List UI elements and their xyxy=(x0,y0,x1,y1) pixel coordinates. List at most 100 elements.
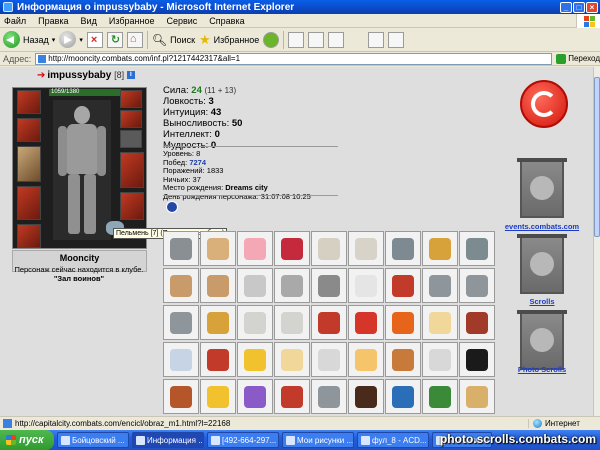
inventory-item[interactable] xyxy=(385,268,421,303)
scrolls-banner-icon[interactable] xyxy=(517,234,567,294)
helmet-slot[interactable] xyxy=(17,90,41,114)
start-button[interactable]: пуск xyxy=(0,430,54,450)
combats-logo-icon[interactable] xyxy=(520,80,568,128)
inventory-item[interactable] xyxy=(237,305,273,340)
inventory-item[interactable] xyxy=(385,305,421,340)
inventory-item[interactable] xyxy=(385,231,421,266)
inventory-item[interactable] xyxy=(200,342,236,377)
minimize-button[interactable]: _ xyxy=(560,1,572,13)
inventory-item[interactable] xyxy=(163,231,199,266)
inventory-item[interactable] xyxy=(163,305,199,340)
inventory-item[interactable] xyxy=(459,379,495,414)
search-button[interactable]: 🔍︎ Поиск xyxy=(152,33,195,47)
go-button[interactable]: Переход xyxy=(556,53,600,64)
maximize-button[interactable]: □ xyxy=(573,1,585,13)
menu-help[interactable]: Справка xyxy=(209,16,244,26)
inventory-item[interactable] xyxy=(385,342,421,377)
inventory-item[interactable] xyxy=(274,379,310,414)
menu-favorites[interactable]: Избранное xyxy=(109,16,155,26)
taskbar-item[interactable]: фул_8 - ACD... xyxy=(357,432,429,448)
inventory-item[interactable] xyxy=(385,379,421,414)
scrollbar-thumb[interactable] xyxy=(594,77,600,237)
events-banner-icon[interactable] xyxy=(517,158,567,218)
clan-badge-icon[interactable] xyxy=(166,201,178,213)
mail-icon[interactable] xyxy=(288,31,305,48)
ring-slot[interactable] xyxy=(120,130,142,148)
history-icon[interactable] xyxy=(263,31,280,48)
amulet-slot[interactable] xyxy=(17,118,41,142)
inventory-item[interactable] xyxy=(311,231,347,266)
inventory-item[interactable] xyxy=(237,268,273,303)
weapon-slot[interactable] xyxy=(17,146,41,182)
inventory-item[interactable] xyxy=(274,231,310,266)
menu-file[interactable]: Файл xyxy=(4,16,26,26)
print-icon[interactable] xyxy=(308,31,325,48)
photo-scrolls-banner-icon[interactable] xyxy=(517,310,567,370)
gloves-slot[interactable] xyxy=(120,110,142,128)
inventory-item[interactable] xyxy=(348,231,384,266)
menu-tools[interactable]: Сервис xyxy=(166,16,197,26)
inventory-item[interactable] xyxy=(311,342,347,377)
inventory-item[interactable] xyxy=(274,305,310,340)
inventory-item[interactable] xyxy=(311,268,347,303)
taskbar-item[interactable]: Бойцовский ... xyxy=(57,432,129,448)
inventory-item[interactable] xyxy=(422,268,458,303)
scrollbar[interactable] xyxy=(593,67,600,416)
info-icon[interactable]: i xyxy=(126,71,135,80)
address-input[interactable]: http://mooncity.combats.com/inf.pl?12174… xyxy=(35,52,553,65)
photo-scrolls-link[interactable]: Photo Scrolls xyxy=(502,365,582,374)
inventory-item[interactable] xyxy=(422,231,458,266)
menu-view[interactable]: Вид xyxy=(81,16,97,26)
shield-slot[interactable] xyxy=(120,152,144,188)
stop-icon[interactable]: × xyxy=(86,31,103,48)
home-icon[interactable]: ⌂ xyxy=(126,31,143,48)
refresh-icon[interactable]: ↻ xyxy=(106,31,123,48)
research-icon[interactable] xyxy=(368,31,385,48)
events-link[interactable]: events.combats.com xyxy=(502,222,582,231)
page-icon xyxy=(38,54,47,63)
close-button[interactable]: × xyxy=(586,1,598,13)
inventory-item[interactable] xyxy=(311,305,347,340)
inventory-item[interactable] xyxy=(200,379,236,414)
inventory-item[interactable] xyxy=(274,268,310,303)
inventory-item[interactable] xyxy=(459,268,495,303)
taskbar-item[interactable]: [492-664-297... xyxy=(207,432,279,448)
inventory-item[interactable] xyxy=(163,379,199,414)
inventory-item[interactable] xyxy=(348,268,384,303)
inventory-item[interactable] xyxy=(311,379,347,414)
boots-slot[interactable] xyxy=(120,192,144,220)
inventory-item[interactable] xyxy=(348,342,384,377)
belt-slot[interactable] xyxy=(17,224,41,248)
inventory-item[interactable] xyxy=(163,342,199,377)
back-button[interactable]: Назад ▾ xyxy=(3,31,55,48)
inventory-item[interactable] xyxy=(422,379,458,414)
inventory-item[interactable] xyxy=(348,379,384,414)
earring-slot[interactable] xyxy=(120,90,142,108)
inventory-item[interactable] xyxy=(459,305,495,340)
inventory-item[interactable] xyxy=(459,342,495,377)
inventory-item[interactable] xyxy=(422,305,458,340)
item-icon xyxy=(355,312,377,334)
inventory-item[interactable] xyxy=(237,342,273,377)
taskbar-item[interactable]: Информация ... xyxy=(132,432,204,448)
inventory-item[interactable] xyxy=(459,231,495,266)
scrolls-link[interactable]: Scrolls xyxy=(502,297,582,306)
inventory-item[interactable] xyxy=(274,342,310,377)
armor-slot[interactable] xyxy=(17,186,41,220)
taskbar-item[interactable]: Мои рисунки ... xyxy=(282,432,354,448)
inventory-item[interactable] xyxy=(348,305,384,340)
messenger-icon[interactable] xyxy=(388,31,405,48)
item-icon xyxy=(207,349,229,371)
item-icon xyxy=(318,275,340,297)
forward-button[interactable]: ▾ xyxy=(59,31,83,48)
inventory-item[interactable] xyxy=(237,231,273,266)
favorites-button[interactable]: ★ Избранное xyxy=(199,32,259,48)
inventory-item[interactable] xyxy=(237,379,273,414)
inventory-item[interactable] xyxy=(200,305,236,340)
inventory-item[interactable] xyxy=(163,268,199,303)
inventory-item[interactable] xyxy=(422,342,458,377)
inventory-item[interactable] xyxy=(200,268,236,303)
inventory-item[interactable] xyxy=(200,231,236,266)
menu-edit[interactable]: Правка xyxy=(38,16,68,26)
edit-icon[interactable] xyxy=(328,31,345,48)
